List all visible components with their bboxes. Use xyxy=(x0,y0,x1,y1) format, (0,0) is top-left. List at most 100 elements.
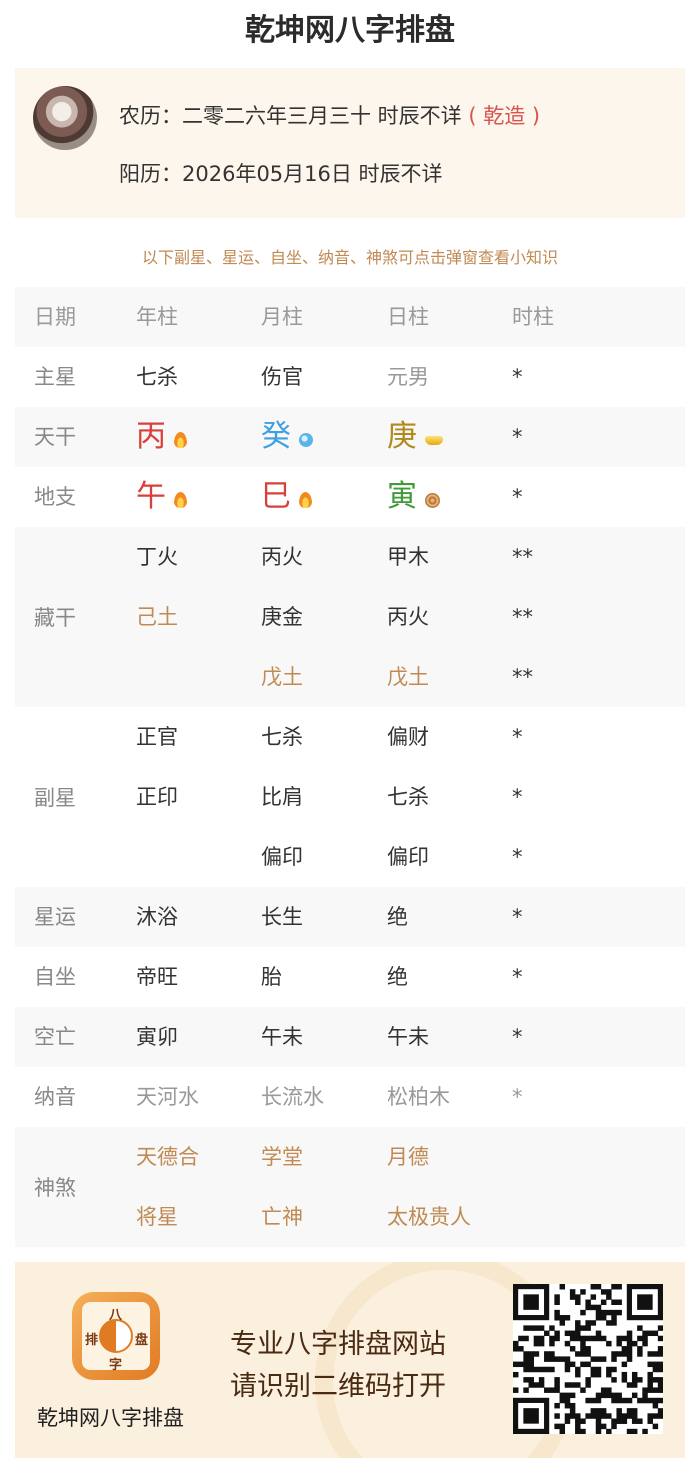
page-title: 乾坤网八字排盘 xyxy=(245,13,455,48)
row-label: 自坐 xyxy=(34,965,76,989)
table-cell[interactable]: 偏财 xyxy=(371,707,496,767)
promo-banner[interactable]: 八 排 盘 字 乾坤网八字排盘 专业八字排盘网站 请识别二维码打开 xyxy=(15,1262,685,1458)
table-cell[interactable]: 月德 xyxy=(371,1127,496,1187)
row-label: 神煞 xyxy=(34,1176,76,1200)
table-cell[interactable]: 比肩 xyxy=(245,767,371,827)
row-xingyun: 星运 沐浴 长生 绝 * xyxy=(15,887,685,947)
table-cell xyxy=(120,647,245,707)
qr-code[interactable] xyxy=(513,1284,664,1435)
solar-date: 阳历：2026年05月16日 时辰不详 xyxy=(119,162,443,186)
logo-char: 盘 xyxy=(135,1333,149,1348)
table-cell: 己土 xyxy=(136,605,178,629)
hint-text: 以下副星、星运、自坐、纳音、神煞可点击弹窗查看小知识 xyxy=(141,248,558,267)
table-cell: * xyxy=(512,365,523,389)
table-cell[interactable]: 帝旺 xyxy=(120,947,245,1007)
row-tiangan: 天干 丙 癸 庚 * xyxy=(15,407,685,467)
row-label: 纳音 xyxy=(34,1085,76,1109)
table-cell: * xyxy=(512,1085,523,1109)
table-cell[interactable]: 亡神 xyxy=(245,1187,371,1247)
row-fuxing[interactable]: 副星 正官 七杀 偏财 * 正印 比肩 七杀 * 偏印 偏印 * xyxy=(15,707,685,887)
table-cell: 巳 xyxy=(245,467,371,527)
lunar-date-text: 农历：二零二六年三月三十 时辰不详 xyxy=(119,104,462,128)
qr-code-icon xyxy=(513,1284,664,1435)
table-cell[interactable]: 天河水 xyxy=(120,1067,245,1127)
table-cell: 癸 xyxy=(245,407,371,467)
table-cell xyxy=(496,1127,685,1187)
table-cell: 午 xyxy=(120,467,245,527)
table-cell[interactable]: 天德合 xyxy=(120,1127,245,1187)
header-month: 月柱 xyxy=(261,305,303,329)
branch-char: 午 xyxy=(136,479,166,514)
table-cell: * xyxy=(512,905,523,929)
table-cell[interactable]: 胎 xyxy=(245,947,371,1007)
logo-char: 字 xyxy=(109,1358,123,1373)
table-cell[interactable]: 太极贵人 xyxy=(371,1187,496,1247)
table-cell[interactable]: 偏印 xyxy=(245,827,371,887)
row-kongwang: 空亡 寅卯 午未 午未 * xyxy=(15,1007,685,1067)
gender-label: ( 乾造 ) xyxy=(468,104,541,128)
row-dizhi: 地支 午 巳 寅 * xyxy=(15,467,685,527)
table-cell[interactable]: 正印 xyxy=(120,767,245,827)
table-cell[interactable]: 长生 xyxy=(245,887,371,947)
table-cell: * xyxy=(512,965,523,989)
stem-char: 丙 xyxy=(136,419,166,454)
row-label: 藏干 xyxy=(34,606,76,630)
table-cell[interactable]: 沐浴 xyxy=(120,887,245,947)
table-header: 日期 年柱 月柱 日柱 时柱 xyxy=(15,287,685,347)
table-cell[interactable]: 绝 xyxy=(371,947,496,1007)
table-cell[interactable]: 将星 xyxy=(120,1187,245,1247)
row-label: 天干 xyxy=(34,425,76,449)
table-cell[interactable]: 偏印 xyxy=(371,827,496,887)
table-cell: 庚金 xyxy=(261,605,303,629)
table-cell[interactable]: 学堂 xyxy=(245,1127,371,1187)
yin-yang-icon xyxy=(99,1319,133,1353)
fire-icon xyxy=(174,432,187,448)
slogan-line-2: 请识别二维码打开 xyxy=(230,1371,446,1402)
table-cell xyxy=(120,827,245,887)
table-cell: 午未 xyxy=(261,1025,303,1049)
avatar[interactable] xyxy=(33,86,97,150)
header-date: 日期 xyxy=(34,305,76,329)
table-cell xyxy=(496,1187,685,1247)
table-cell[interactable]: 正官 xyxy=(120,707,245,767)
table-cell: * xyxy=(512,725,523,749)
branch-char: 巳 xyxy=(261,479,291,514)
table-cell: ** xyxy=(512,605,533,629)
table-cell: 戊土 xyxy=(261,665,303,689)
table-cell: * xyxy=(512,485,523,509)
water-drop-icon xyxy=(299,433,313,447)
stem-char: 庚 xyxy=(387,419,417,454)
table-cell: 寅 xyxy=(371,467,496,527)
header-year: 年柱 xyxy=(136,305,178,329)
gold-ingot-icon xyxy=(425,435,443,445)
table-cell: 午未 xyxy=(387,1025,429,1049)
row-canggan: 藏干 丁火 丙火 甲木 ** 己土 庚金 丙火 ** 戊土 戊土 ** xyxy=(15,527,685,707)
header-hour: 时柱 xyxy=(512,305,554,329)
row-label: 副星 xyxy=(34,786,76,810)
table-cell: 丙 xyxy=(120,407,245,467)
table-cell: 丁火 xyxy=(136,545,178,569)
slogan-line-1: 专业八字排盘网站 xyxy=(230,1329,446,1360)
row-zhuxing: 主星 七杀 伤官 元男 * xyxy=(15,347,685,407)
table-cell: ** xyxy=(512,545,533,569)
table-cell: * xyxy=(512,425,523,449)
bazi-table: 日期 年柱 月柱 日柱 时柱 主星 七杀 伤官 元男 * 天干 丙 癸 庚 * … xyxy=(15,287,685,1247)
table-cell[interactable]: 松柏木 xyxy=(371,1067,496,1127)
table-cell: 戊土 xyxy=(387,665,429,689)
table-cell: ** xyxy=(512,665,533,689)
table-cell: 元男 xyxy=(387,365,429,389)
lunar-date: 农历：二零二六年三月三十 时辰不详 ( 乾造 ) xyxy=(119,100,540,130)
table-cell: * xyxy=(512,1025,523,1049)
row-zizuo: 自坐 帝旺 胎 绝 * xyxy=(15,947,685,1007)
table-cell: 丙火 xyxy=(387,605,429,629)
table-cell: 甲木 xyxy=(387,545,429,569)
table-cell: * xyxy=(512,845,523,869)
table-cell[interactable]: 绝 xyxy=(371,887,496,947)
row-label: 地支 xyxy=(34,485,76,509)
table-cell: 寅卯 xyxy=(136,1025,178,1049)
info-card: 农历：二零二六年三月三十 时辰不详 ( 乾造 ) 阳历：2026年05月16日 … xyxy=(15,68,685,218)
table-cell[interactable]: 长流水 xyxy=(245,1067,371,1127)
table-cell[interactable]: 七杀 xyxy=(371,767,496,827)
table-cell: 庚 xyxy=(371,407,496,467)
table-cell[interactable]: 七杀 xyxy=(245,707,371,767)
